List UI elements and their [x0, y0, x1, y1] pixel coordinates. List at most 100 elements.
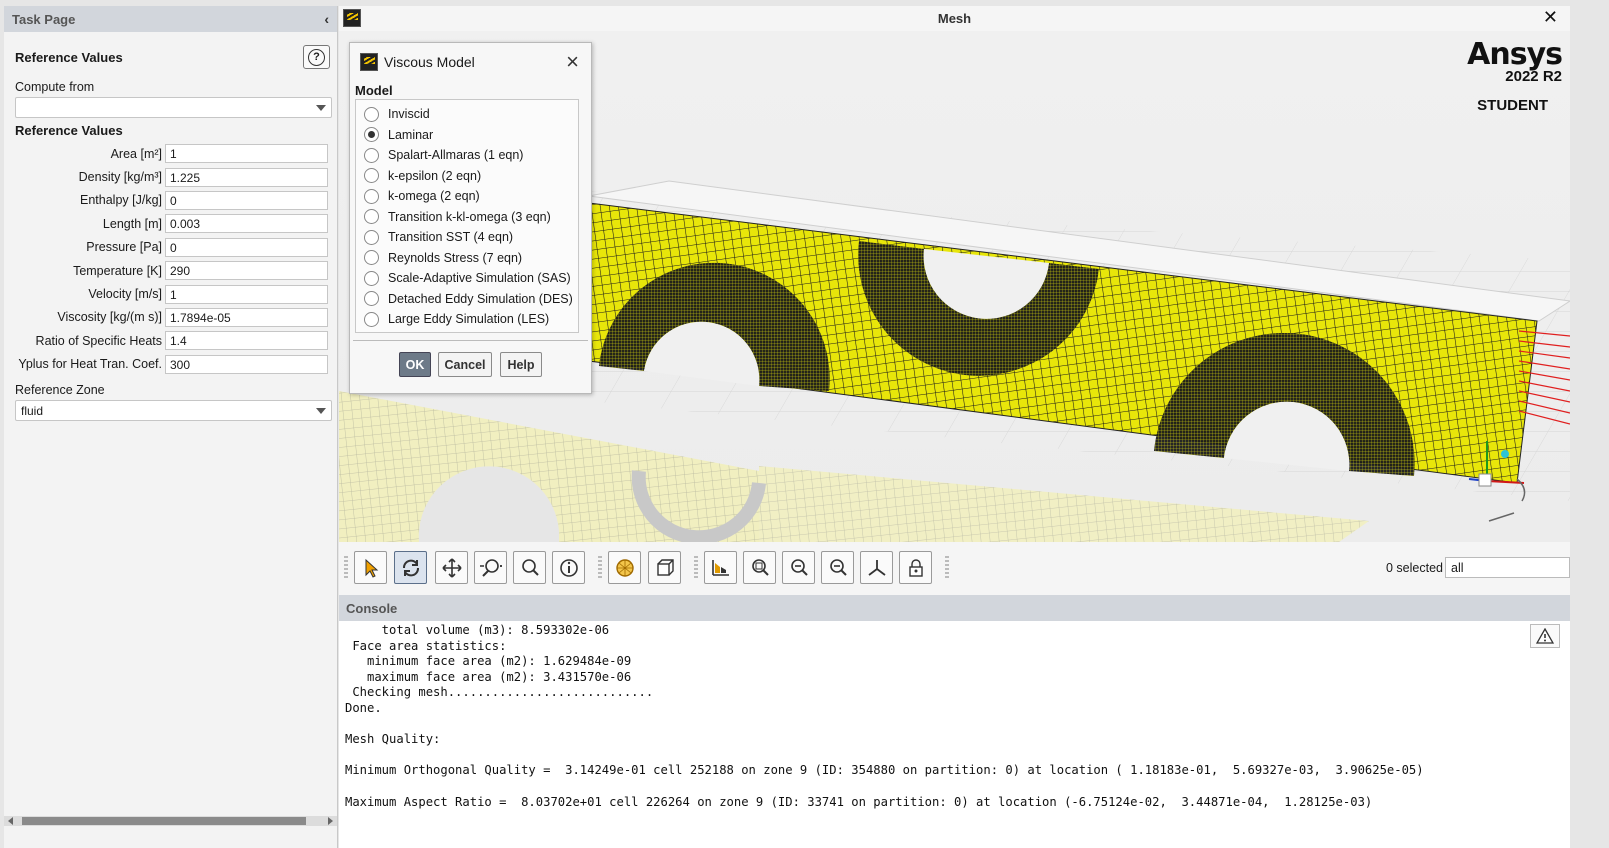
enthalpy-input[interactable]: 0: [165, 190, 328, 210]
pressure-input[interactable]: 0: [165, 237, 328, 257]
length-input[interactable]: 0.003: [165, 214, 328, 234]
toolbar-grip[interactable]: [598, 556, 602, 580]
close-icon[interactable]: ×: [566, 49, 579, 75]
scrollbar-thumb[interactable]: [22, 817, 306, 825]
pan-icon[interactable]: [435, 551, 468, 584]
zoom-out-icon[interactable]: [821, 551, 854, 584]
reference-zone-dropdown[interactable]: fluid: [15, 400, 332, 421]
radio-les[interactable]: Large Eddy Simulation (LES): [364, 310, 549, 328]
axes-icon[interactable]: [860, 551, 893, 584]
scroll-right-icon[interactable]: [328, 817, 333, 825]
radio-label: Scale-Adaptive Simulation (SAS): [388, 271, 571, 285]
radio-button[interactable]: [364, 311, 379, 327]
dialog-title: Viscous Model: [384, 54, 475, 70]
radio-transition-sst[interactable]: Transition SST (4 eqn): [364, 228, 513, 246]
radio-inviscid[interactable]: Inviscid: [364, 105, 430, 123]
probe-info-icon[interactable]: [552, 551, 585, 584]
ref-label: Pressure [Pa]: [86, 240, 162, 255]
console-title: Console: [346, 601, 398, 616]
lock-view-icon[interactable]: [899, 551, 932, 584]
radio-button[interactable]: [364, 209, 379, 224]
ref-label: Area [m²]: [110, 146, 162, 161]
select-arrow-icon[interactable]: [354, 551, 387, 584]
radio-button[interactable]: [364, 106, 379, 122]
scroll-left-icon[interactable]: [8, 817, 13, 825]
fit-plot-icon[interactable]: [704, 551, 737, 584]
chevron-down-icon: [316, 105, 326, 111]
ref-row-area: Area [m²] 1: [15, 142, 332, 165]
view-cube-icon[interactable]: [648, 551, 681, 584]
console-output[interactable]: total volume (m3): 8.593302e-06 Face are…: [339, 621, 1570, 848]
velocity-input[interactable]: 1: [165, 284, 328, 304]
chevron-down-icon: [316, 408, 326, 414]
radio-label: k-epsilon (2 eqn): [388, 168, 482, 183]
temperature-input[interactable]: 290: [165, 261, 328, 281]
radio-transition-k-kl-omega[interactable]: Transition k-kl-omega (3 eqn): [364, 208, 551, 226]
toolbar-grip[interactable]: [344, 556, 348, 580]
ref-row-density: Density [kg/m³] 1.225: [15, 165, 332, 188]
warning-button[interactable]: [1530, 624, 1560, 648]
reference-values-grid: Area [m²] 1 Density [kg/m³] 1.225 Enthalpy…: [15, 142, 332, 376]
radio-laminar[interactable]: Laminar: [364, 126, 433, 144]
ok-button[interactable]: OK: [399, 352, 431, 377]
mesh-sphere-icon[interactable]: [608, 551, 641, 584]
collapse-panel-icon[interactable]: ‹: [324, 11, 329, 27]
console-line: Maximum Aspect Ratio = 8.03702e+01 cell …: [345, 794, 1373, 809]
zoom-box-icon[interactable]: [513, 551, 546, 584]
compute-from-label: Compute from: [15, 80, 95, 94]
radio-label: Reynolds Stress (7 eqn): [388, 250, 523, 265]
radio-button[interactable]: [364, 229, 379, 245]
help-button[interactable]: ?: [303, 45, 330, 69]
selected-count: 0 selected: [1386, 561, 1443, 575]
help-button[interactable]: Help: [500, 352, 542, 377]
radio-k-epsilon[interactable]: k-epsilon (2 eqn): [364, 167, 481, 185]
console-header: Console: [339, 595, 1570, 621]
radio-spalart-allmaras[interactable]: Spalart-Allmaras (1 eqn): [364, 146, 523, 164]
radio-button[interactable]: [364, 147, 379, 163]
zoom-in-icon[interactable]: [782, 551, 815, 584]
ref-row-viscosity: Viscosity [kg/(m s)] 1.7894e-05: [15, 306, 332, 329]
radio-button[interactable]: [364, 270, 379, 286]
console-line: Face area statistics:: [345, 638, 507, 653]
horizontal-scrollbar[interactable]: [4, 816, 337, 826]
radio-button[interactable]: [364, 168, 379, 183]
radio-button-selected[interactable]: [364, 127, 379, 142]
zoom-fit-icon[interactable]: [743, 551, 776, 584]
task-page-title: Task Page: [12, 11, 76, 27]
radio-button[interactable]: [364, 250, 379, 265]
cancel-button[interactable]: Cancel: [438, 352, 492, 377]
viscosity-input[interactable]: 1.7894e-05: [165, 307, 328, 327]
selection-filter-input[interactable]: all: [1445, 557, 1570, 578]
task-page-header: Task Page ‹: [4, 6, 337, 32]
radio-label: Transition SST (4 eqn): [388, 230, 514, 244]
ref-row-specific-heats: Ratio of Specific Heats 1.4: [15, 329, 332, 352]
dialog-header: Viscous Model ×: [350, 43, 591, 81]
radio-button[interactable]: [364, 291, 379, 306]
rotate-icon[interactable]: [394, 551, 427, 584]
radio-reynolds-stress[interactable]: Reynolds Stress (7 eqn): [364, 249, 522, 267]
toolbar-grip[interactable]: [694, 556, 698, 580]
toolbar-grip[interactable]: [945, 556, 949, 580]
radio-label: Large Eddy Simulation (LES): [388, 312, 550, 326]
radio-button[interactable]: [364, 188, 379, 204]
ref-label: Temperature [K]: [73, 263, 162, 278]
area-input[interactable]: 1: [165, 144, 328, 164]
ref-row-length: Length [m] 0.003: [15, 212, 332, 235]
viscous-model-dialog: Viscous Model × Model Inviscid Laminar S…: [349, 42, 592, 394]
ref-label: Ratio of Specific Heats: [35, 333, 162, 348]
specific-heats-input[interactable]: 1.4: [165, 331, 328, 351]
model-radio-group: Inviscid Laminar Spalart-Allmaras (1 eqn…: [355, 99, 579, 333]
radio-des[interactable]: Detached Eddy Simulation (DES): [364, 290, 573, 308]
radio-label: Detached Eddy Simulation (DES): [388, 291, 573, 306]
zoom-icon[interactable]: [474, 551, 507, 584]
radio-label: k-omega (2 eqn): [388, 189, 480, 203]
close-mesh-window-button[interactable]: ✕: [1543, 7, 1558, 28]
ref-row-enthalpy: Enthalpy [J/kg] 0: [15, 189, 332, 212]
radio-label: Transition k-kl-omega (3 eqn): [388, 209, 551, 224]
compute-from-dropdown[interactable]: [15, 97, 332, 118]
radio-sas[interactable]: Scale-Adaptive Simulation (SAS): [364, 269, 571, 287]
yplus-input[interactable]: 300: [165, 354, 328, 374]
ansys-brand-logo: Ansys 2022 R2 STUDENT: [1467, 37, 1563, 114]
radio-k-omega[interactable]: k-omega (2 eqn): [364, 187, 480, 205]
density-input[interactable]: 1.225: [165, 167, 328, 187]
